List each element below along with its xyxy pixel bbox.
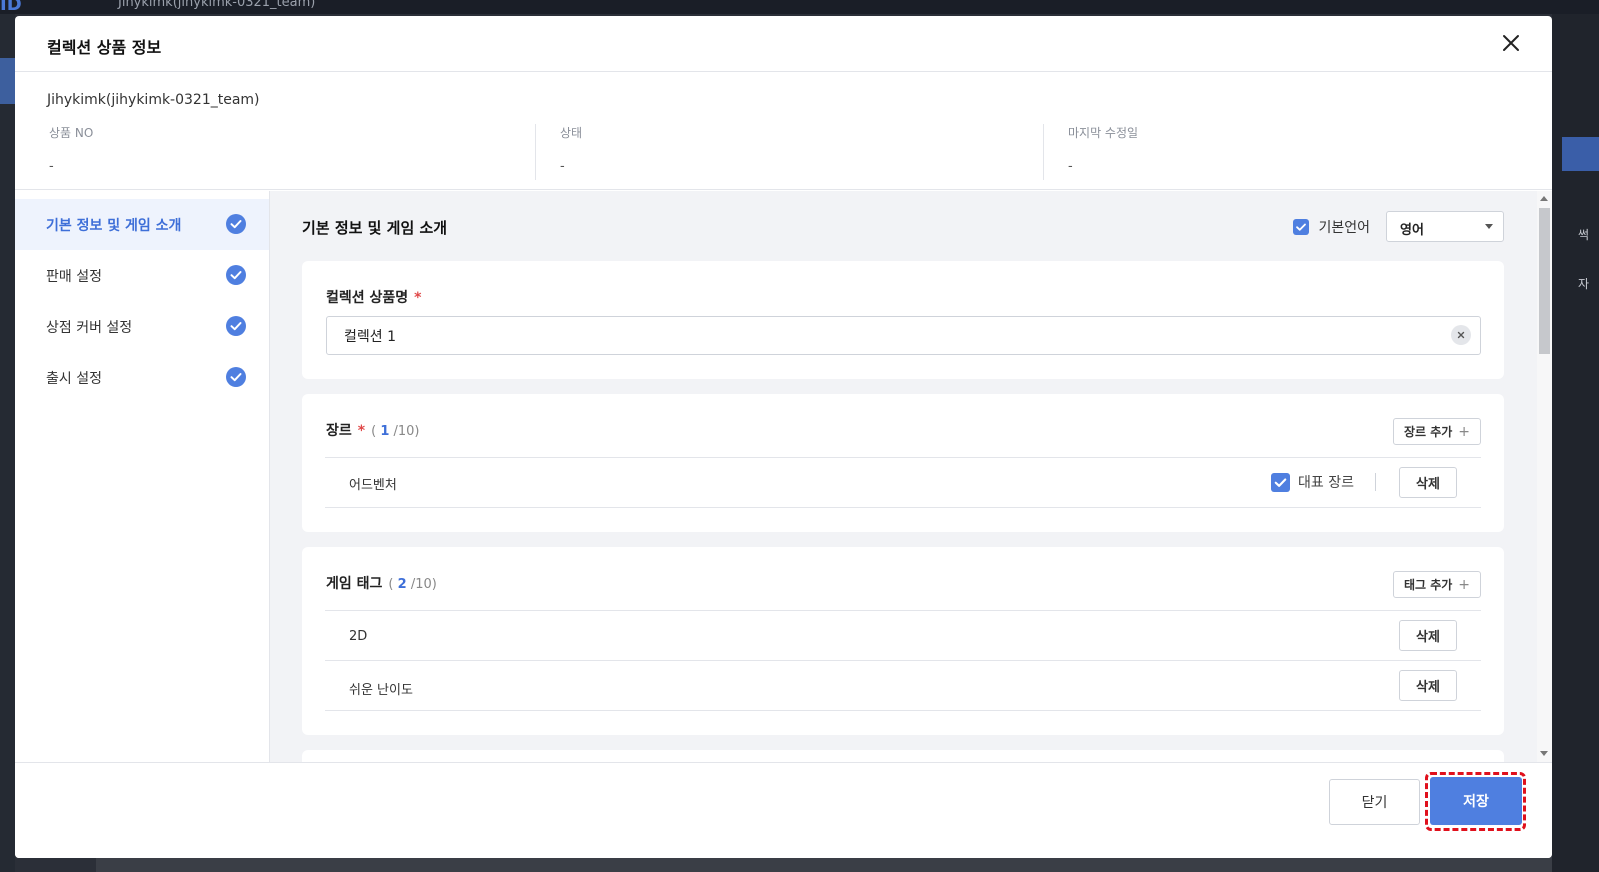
modal-title: 컬렉션 상품 정보	[47, 38, 162, 57]
scrollbar-thumb[interactable]	[1539, 208, 1550, 354]
meta-label: 상태	[560, 126, 583, 140]
required-mark: *	[414, 290, 422, 306]
product-info-summary: Jihykimk(jihykimk-0321_team) 상품 NO - 상태 …	[15, 72, 1552, 190]
background-left-tab	[0, 58, 15, 104]
sidebar-item-label: 출시 설정	[46, 371, 102, 387]
next-section-card	[302, 750, 1504, 762]
save-button[interactable]: 저장	[1430, 777, 1522, 825]
background-team-name: Jihykimk(jihykimk-0321_team)	[118, 0, 316, 10]
meta-value: -	[560, 159, 565, 174]
plus-icon: +	[1458, 576, 1471, 593]
collection-product-modal: 컬렉션 상품 정보 Jihykimk(jihykimk-0321_team) 상…	[15, 16, 1552, 858]
content-scrollbar[interactable]	[1537, 191, 1552, 762]
collection-name-input[interactable]	[326, 316, 1481, 355]
meta-product-no: 상품 NO -	[49, 124, 534, 180]
meta-label: 상품 NO	[49, 126, 94, 140]
row-divider	[325, 710, 1481, 711]
sidebar-item-release-settings[interactable]: 출시 설정	[15, 352, 269, 403]
background-left-panel	[0, 14, 15, 872]
content-panel: 기본 정보 및 게임 소개 기본언어 영어 컬렉션 상품명 * 장르 * ( 1 /1…	[270, 191, 1552, 762]
genre-count-current: 1	[380, 424, 390, 439]
background-right-text: 썩	[1578, 228, 1590, 242]
add-genre-label: 장르 추가	[1403, 425, 1453, 439]
step-sidebar: 기본 정보 및 게임 소개 판매 설정 상점 커버 설정 출시 설정	[15, 191, 270, 762]
background-right-button	[1562, 137, 1599, 171]
scroll-down-arrow-icon[interactable]	[1540, 751, 1548, 756]
check-circle-icon	[226, 367, 246, 387]
sidebar-item-label: 상점 커버 설정	[46, 320, 133, 336]
background-right-text: 자	[1578, 277, 1590, 291]
section-title: 기본 정보 및 게임 소개	[302, 219, 448, 237]
tags-count: ( 2 /10)	[388, 577, 437, 592]
plus-icon: +	[1458, 423, 1471, 440]
chevron-down-icon	[1485, 224, 1493, 229]
sidebar-item-label: 판매 설정	[46, 269, 102, 285]
row-divider	[325, 507, 1481, 508]
representative-genre-control: 대표 장르	[1271, 472, 1354, 492]
default-language-label: 기본언어	[1318, 219, 1370, 236]
field-label-text: 장르	[326, 423, 352, 439]
scroll-up-arrow-icon[interactable]	[1540, 196, 1548, 201]
background-bottom-bar	[96, 856, 1552, 872]
genre-count-max: /10	[393, 424, 415, 439]
delete-genre-button[interactable]: 삭제	[1399, 467, 1457, 498]
modal-body: 기본 정보 및 게임 소개 판매 설정 상점 커버 설정 출시 설정 기본 정보…	[15, 191, 1552, 762]
genre-count: ( 1 /10)	[371, 424, 420, 439]
close-button[interactable]: 닫기	[1329, 779, 1420, 825]
sidebar-item-label: 기본 정보 및 게임 소개	[46, 218, 182, 234]
language-select-value: 영어	[1400, 223, 1424, 238]
team-name: Jihykimk(jihykimk-0321_team)	[47, 92, 260, 108]
collection-name-label: 컬렉션 상품명 *	[326, 287, 421, 307]
delete-tag-button[interactable]: 삭제	[1399, 670, 1457, 701]
field-label-text: 컬렉션 상품명	[326, 290, 409, 306]
tags-count-max: /10	[410, 577, 432, 592]
genre-label: 장르 * ( 1 /10)	[326, 420, 420, 440]
row-divider	[325, 660, 1481, 661]
meta-status: 상태 -	[535, 124, 1043, 180]
sidebar-item-store-cover[interactable]: 상점 커버 설정	[15, 301, 269, 352]
default-language-checkbox[interactable]	[1293, 218, 1310, 235]
row-divider	[325, 457, 1481, 458]
genre-card: 장르 * ( 1 /10) 장르 추가 + 어드벤처 대표 장르 삭제	[302, 394, 1504, 532]
meta-last-modified: 마지막 수정일 -	[1043, 124, 1543, 180]
genre-name: 어드벤처	[349, 478, 397, 493]
representative-genre-label: 대표 장르	[1298, 475, 1354, 491]
add-tag-label: 태그 추가	[1403, 578, 1453, 592]
add-tag-button[interactable]: 태그 추가 +	[1393, 571, 1481, 598]
check-circle-icon	[226, 214, 246, 234]
meta-label: 마지막 수정일	[1068, 126, 1139, 140]
background-topbar: ID Jihykimk(jihykimk-0321_team)	[0, 0, 1599, 15]
tags-count-current: 2	[397, 577, 407, 592]
required-mark: *	[357, 423, 366, 439]
meta-value: -	[49, 159, 54, 174]
divider	[1375, 473, 1376, 491]
background-logo: ID	[0, 0, 22, 15]
clear-input-icon[interactable]	[1451, 325, 1471, 345]
check-circle-icon	[226, 316, 246, 336]
field-label-text: 게임 태그	[326, 576, 383, 592]
tag-name: 쉬운 난이도	[349, 683, 413, 698]
modal-footer: 닫기 저장	[15, 762, 1552, 858]
close-icon[interactable]	[1498, 30, 1524, 56]
add-genre-button[interactable]: 장르 추가 +	[1393, 418, 1481, 445]
modal-header: 컬렉션 상품 정보	[15, 16, 1552, 72]
meta-value: -	[1068, 159, 1073, 174]
game-tags-label: 게임 태그 ( 2 /10)	[326, 573, 437, 593]
representative-genre-checkbox[interactable]	[1271, 472, 1290, 492]
sidebar-item-basic-info[interactable]: 기본 정보 및 게임 소개	[15, 199, 269, 250]
collection-name-card: 컬렉션 상품명 *	[302, 261, 1504, 379]
tag-name: 2D	[349, 629, 368, 644]
game-tags-card: 게임 태그 ( 2 /10) 태그 추가 + 2D 삭제 쉬운 난이도 삭제	[302, 547, 1504, 735]
sidebar-item-sales-settings[interactable]: 판매 설정	[15, 250, 269, 301]
row-divider	[325, 610, 1481, 611]
language-controls: 기본언어 영어	[1293, 211, 1504, 242]
language-select[interactable]: 영어	[1386, 211, 1504, 242]
delete-tag-button[interactable]: 삭제	[1399, 620, 1457, 651]
check-circle-icon	[226, 265, 246, 285]
